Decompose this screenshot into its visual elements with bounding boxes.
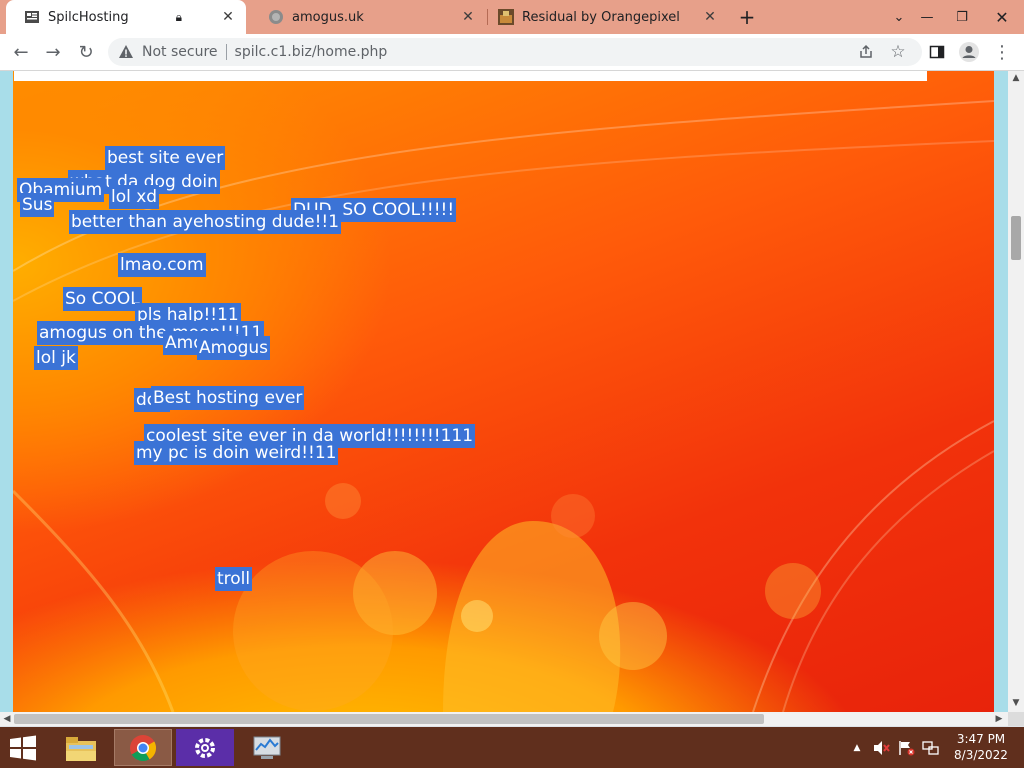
note-label: lmao.com: [118, 253, 206, 277]
settings-gear-taskbar-icon[interactable]: [176, 729, 234, 766]
chrome-taskbar-icon[interactable]: [114, 729, 172, 766]
close-tab-icon[interactable]: ✕: [218, 9, 238, 25]
tab-spilchosting[interactable]: SpilcHosting 🔒︎ ✕: [6, 0, 246, 34]
vertical-scroll-thumb[interactable]: [1011, 216, 1021, 260]
menu-kebab-icon[interactable]: ⋮: [990, 40, 1014, 64]
restore-button[interactable]: ❐: [945, 0, 979, 34]
back-arrow-icon[interactable]: ←: [9, 40, 33, 64]
scroll-left-arrow-icon[interactable]: ◀: [0, 712, 14, 726]
address-bar[interactable]: Not secure spilc.c1.biz/home.php: [108, 38, 922, 66]
tab-amogus[interactable]: amogus.uk ✕: [250, 0, 486, 34]
security-label[interactable]: Not secure: [142, 44, 218, 60]
profile-avatar-icon[interactable]: [957, 40, 981, 64]
forward-arrow-icon[interactable]: →: [41, 40, 65, 64]
tab-title: SpilcHosting: [48, 9, 129, 25]
share-icon[interactable]: [854, 40, 878, 64]
close-tab-icon[interactable]: ✕: [700, 9, 720, 25]
horizontal-scroll-thumb[interactable]: [14, 714, 764, 724]
note-label: Best hosting ever: [151, 386, 305, 410]
action-center-flag-icon[interactable]: [897, 727, 917, 768]
tab-title: Residual by Orangepixel: [522, 9, 680, 25]
vertical-scrollbar[interactable]: ▲ ▼: [1008, 71, 1024, 712]
scroll-down-arrow-icon[interactable]: ▼: [1008, 696, 1024, 710]
scrollbar-corner: [1008, 712, 1024, 726]
reload-icon[interactable]: ↻: [74, 40, 98, 64]
note-label: lol xd: [109, 185, 160, 209]
note-label: Sus: [20, 193, 55, 217]
bookmark-star-icon[interactable]: ☆: [886, 40, 910, 64]
note-label: troll: [215, 567, 253, 591]
file-explorer-taskbar-icon[interactable]: [52, 729, 110, 766]
note-label: my pc is doin weird!!11: [134, 441, 339, 465]
close-tab-icon[interactable]: ✕: [458, 9, 478, 25]
speaker-muted-icon[interactable]: [872, 727, 892, 768]
tab-strip: SpilcHosting 🔒︎ ✕ amogus.uk ✕ Residual b…: [0, 0, 1024, 34]
url-text[interactable]: spilc.c1.biz/home.php: [235, 44, 388, 60]
scroll-up-arrow-icon[interactable]: ▲: [1008, 71, 1024, 85]
tab-residual[interactable]: Residual by Orangepixel ✕: [488, 0, 728, 34]
audio-icon: 🔒︎: [175, 9, 182, 24]
game-favicon-icon: [498, 9, 514, 25]
side-panel-icon[interactable]: [925, 40, 949, 64]
note-label: lol jk: [34, 346, 78, 370]
spilc-favicon-icon: [24, 9, 40, 25]
browser-toolbar: ← → ↻ Not secure spilc.c1.biz/home.php ☆…: [0, 34, 1024, 71]
note-label: best site ever: [105, 146, 226, 170]
close-window-button[interactable]: ✕: [985, 0, 1019, 34]
globe-icon: [268, 9, 284, 25]
horizontal-scrollbar[interactable]: ◀ ▶: [0, 712, 1008, 726]
note-label: So COOL: [63, 287, 142, 311]
note-label: better than ayehosting dude!!1: [69, 210, 342, 234]
white-content-strip: [14, 71, 927, 81]
new-tab-button[interactable]: +: [736, 6, 758, 28]
tab-title: amogus.uk: [292, 9, 364, 25]
network-icon[interactable]: [921, 727, 941, 768]
minimize-button[interactable]: —: [910, 0, 944, 34]
page-viewport: best site ever what da dog doin Obamium …: [0, 71, 1008, 712]
warning-triangle-icon[interactable]: [118, 44, 134, 60]
clock-time: 3:47 PM: [956, 732, 1006, 746]
resource-monitor-taskbar-icon[interactable]: [238, 729, 296, 766]
show-hidden-icons-chevron-icon[interactable]: ▲: [850, 727, 864, 768]
address-divider: [225, 44, 227, 60]
start-windows-icon[interactable]: [8, 735, 38, 761]
system-clock[interactable]: 3:47 PM 8/3/2022: [946, 731, 1016, 763]
note-label: Amogus: [197, 336, 271, 360]
windows-taskbar: ▲ 3:47 PM 8/3/2022: [0, 727, 1024, 768]
scroll-right-arrow-icon[interactable]: ▶: [992, 712, 1006, 726]
clock-date: 8/3/2022: [954, 748, 1008, 762]
